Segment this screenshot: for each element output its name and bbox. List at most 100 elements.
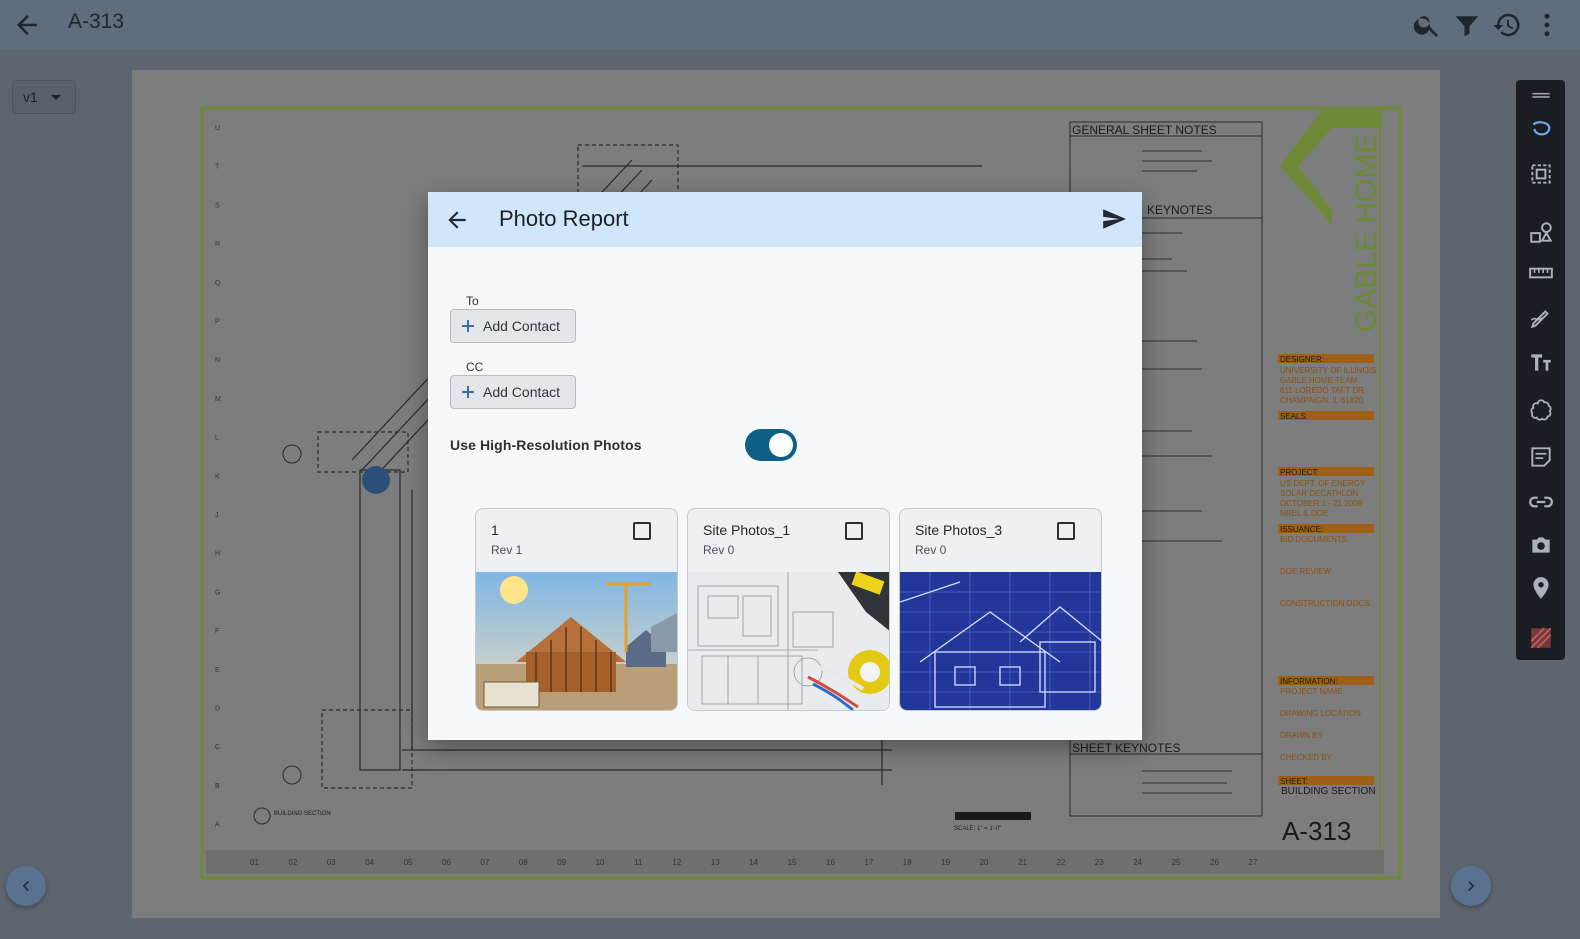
- ruler-icon[interactable]: [1528, 260, 1554, 286]
- album-card[interactable]: Site Photos_1 Rev 0: [687, 508, 890, 711]
- note-text-line: [1142, 770, 1232, 772]
- hatch-icon[interactable]: [1528, 625, 1554, 651]
- row-letter: U: [215, 125, 220, 132]
- svg-text:DRAWING LOCATION: DRAWING LOCATION: [1280, 709, 1361, 718]
- row-letter: L: [215, 435, 219, 442]
- svg-text:BID DOCUMENTS: BID DOCUMENTS: [1280, 535, 1347, 544]
- album-revision: Rev 0: [915, 543, 947, 557]
- plus-icon: [462, 386, 474, 398]
- high-resolution-toggle[interactable]: [745, 429, 797, 461]
- svg-text:SOLAR DECATHLON: SOLAR DECATHLON: [1280, 489, 1358, 498]
- camera-icon[interactable]: [1528, 532, 1554, 558]
- album-revision: Rev 1: [491, 543, 523, 557]
- previous-sheet-button[interactable]: [6, 866, 46, 906]
- column-number: 13: [711, 858, 720, 867]
- add-cc-contact-button[interactable]: Add Contact: [450, 375, 576, 409]
- filter-icon[interactable]: [1452, 10, 1482, 40]
- version-value: v1: [23, 89, 38, 105]
- scale-label: SCALE: 1" = 1'-0": [954, 826, 1001, 832]
- row-letters: U T S R Q P N M L K J H G F E D C B A: [215, 125, 221, 829]
- album-card[interactable]: 1 Rev 1: [475, 508, 678, 711]
- shapes-icon[interactable]: [1528, 219, 1554, 245]
- row-letter: F: [215, 628, 219, 635]
- location-pin-icon[interactable]: [1528, 575, 1554, 601]
- photo-report-dialog: Photo Report To Add Contact CC Add Conta…: [428, 192, 1142, 740]
- column-number: 08: [519, 858, 528, 867]
- plus-icon: [462, 320, 474, 332]
- sheet-keynotes-title: SHEET KEYNOTES: [1072, 741, 1180, 755]
- column-number: 10: [596, 858, 605, 867]
- column-number: 19: [941, 858, 950, 867]
- note-text-line: [1142, 160, 1212, 162]
- page-title: A-313: [68, 10, 125, 33]
- album-checkbox[interactable]: [1057, 522, 1075, 540]
- column-number: 12: [672, 858, 681, 867]
- svg-text:611 LOREDO TAFT DR.: 611 LOREDO TAFT DR.: [1280, 386, 1366, 395]
- search-icon[interactable]: [1412, 10, 1442, 40]
- pen-icon[interactable]: [1528, 305, 1554, 331]
- high-resolution-label: Use High-Resolution Photos: [450, 437, 642, 453]
- column-number: 02: [288, 858, 297, 867]
- title-block: DESIGNER: UNIVERSITY OF ILLINOIS GABLE H…: [1278, 354, 1376, 846]
- version-select[interactable]: v1: [12, 80, 76, 114]
- section-label: BUILDING SECTION: [274, 811, 331, 817]
- column-number: 18: [903, 858, 912, 867]
- sheet-name: BUILDING SECTION: [1281, 786, 1375, 797]
- note-text-line: [1142, 782, 1227, 784]
- row-letter: S: [215, 202, 220, 209]
- chevron-right-icon: [1468, 881, 1475, 891]
- svg-text:DRAWN BY: DRAWN BY: [1280, 731, 1323, 740]
- select-area-icon[interactable]: [1528, 161, 1554, 187]
- row-letter: J: [215, 512, 219, 519]
- history-icon[interactable]: [1492, 10, 1522, 40]
- album-card[interactable]: Site Photos_3 Rev 0: [899, 508, 1102, 711]
- row-letter: E: [215, 667, 220, 674]
- svg-text:DESIGNER:: DESIGNER:: [1280, 355, 1324, 364]
- app-bar: A-313: [0, 0, 1580, 50]
- note-text-line: [1142, 430, 1192, 432]
- note-icon[interactable]: [1528, 444, 1554, 470]
- drag-handle-icon[interactable]: [1528, 82, 1554, 108]
- column-number: 25: [1172, 858, 1181, 867]
- album-checkbox[interactable]: [633, 522, 651, 540]
- link-icon[interactable]: [1528, 489, 1554, 515]
- column-number: 14: [749, 858, 758, 867]
- cloud-icon[interactable]: [1528, 397, 1554, 423]
- dialog-header: Photo Report: [428, 192, 1142, 247]
- back-arrow-icon[interactable]: [444, 207, 470, 233]
- next-sheet-button[interactable]: [1451, 866, 1491, 906]
- row-letter: Q: [215, 280, 221, 287]
- more-vert-icon[interactable]: [1532, 10, 1562, 40]
- row-letter: R: [215, 241, 220, 248]
- svg-text:CONSTRUCTION DOCS: CONSTRUCTION DOCS: [1280, 599, 1370, 608]
- cc-label: CC: [466, 360, 484, 374]
- column-number: 22: [1056, 858, 1065, 867]
- house-framing-thumbnail: [476, 572, 677, 710]
- lasso-icon[interactable]: [1528, 117, 1554, 143]
- album-title: Site Photos_3: [915, 522, 1003, 538]
- markup-toolbar: [1516, 80, 1565, 660]
- row-letter: N: [215, 357, 220, 364]
- keynotes-title: KEYNOTES: [1147, 203, 1212, 217]
- column-number: 21: [1018, 858, 1027, 867]
- svg-text:SHEET:: SHEET:: [1280, 777, 1308, 786]
- back-arrow-icon[interactable]: [12, 10, 42, 40]
- blueprint-tools-thumbnail: [688, 572, 889, 710]
- column-number: 23: [1095, 858, 1104, 867]
- column-number: 15: [788, 858, 797, 867]
- text-icon[interactable]: [1528, 349, 1554, 375]
- column-number: 20: [980, 858, 989, 867]
- album-revision: Rev 0: [703, 543, 735, 557]
- dialog-title: Photo Report: [499, 206, 629, 231]
- row-letter: A: [215, 822, 220, 829]
- send-icon[interactable]: [1101, 206, 1127, 232]
- row-letter: C: [215, 744, 220, 751]
- svg-text:CHECKED BY: CHECKED BY: [1280, 753, 1333, 762]
- note-text-line: [1142, 258, 1172, 260]
- album-checkbox[interactable]: [845, 522, 863, 540]
- svg-text:UNIVERSITY OF ILLINOIS: UNIVERSITY OF ILLINOIS: [1280, 366, 1376, 375]
- row-letter: P: [215, 319, 220, 326]
- add-to-contact-button[interactable]: Add Contact: [450, 309, 576, 343]
- note-text-line: [1142, 455, 1212, 457]
- svg-text:PROJECT NAME: PROJECT NAME: [1280, 687, 1343, 696]
